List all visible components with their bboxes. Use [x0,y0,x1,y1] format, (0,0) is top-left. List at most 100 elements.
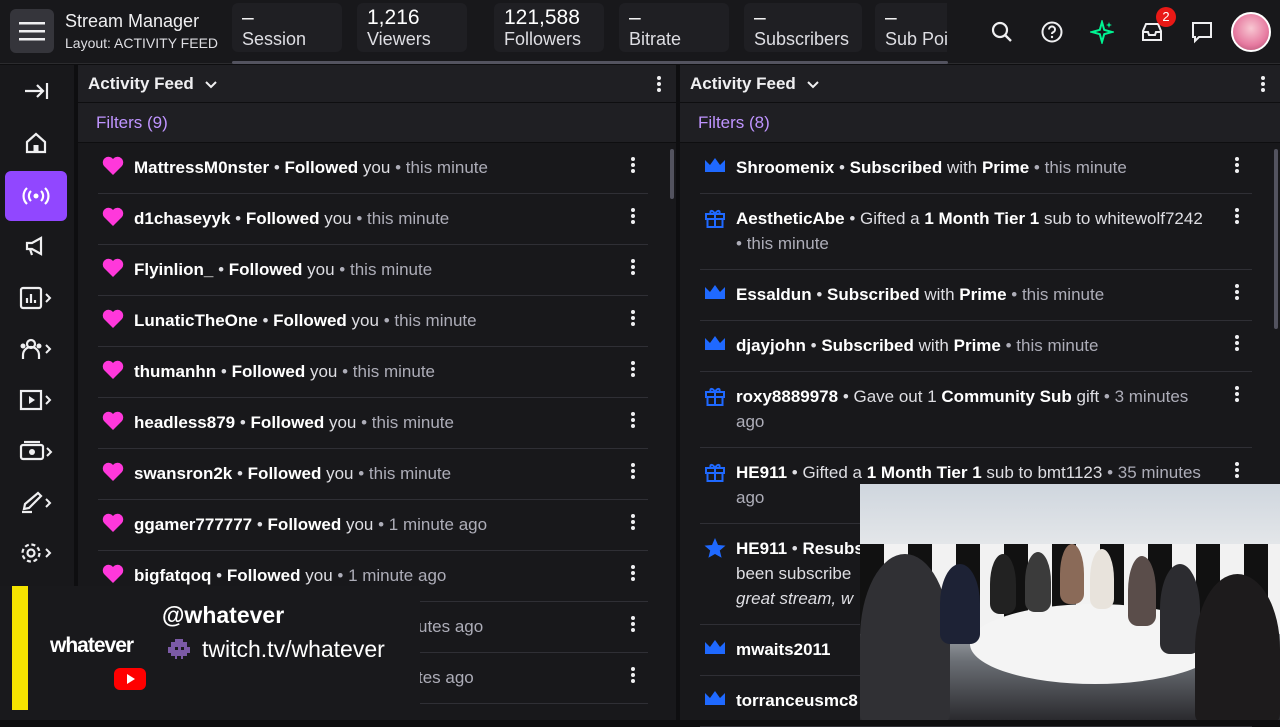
stat-value: – [242,6,254,29]
more-options-icon[interactable] [1234,283,1240,301]
heart-icon [102,411,124,430]
stat-subscribers[interactable]: – Subscribers [744,3,862,52]
crown-icon [705,640,725,654]
activity-item-follow[interactable]: LunaticTheOne • Followed you • this minu… [98,296,648,347]
stat-viewers[interactable]: 1,216 Viewers [357,3,467,52]
sidebar-expand[interactable] [5,66,67,116]
more-options-icon[interactable] [630,564,636,582]
more-options-icon[interactable] [1234,156,1240,174]
sidebar-item-settings[interactable] [5,528,67,578]
stat-value: 121,588 [504,6,580,29]
stat-followers[interactable]: 121,588 Followers [494,3,604,52]
title-block: Stream Manager Layout: ACTIVITY FEED [65,10,218,54]
video-icon [19,389,52,411]
activity-item-follow[interactable]: headless879 • Followed you • this minute [98,398,648,449]
avatar[interactable] [1231,12,1271,52]
chevron-down-icon[interactable] [806,80,820,90]
crown-icon [705,336,725,350]
youtube-icon [114,668,146,690]
more-options-icon[interactable] [630,207,636,225]
panel-title: Activity Feed [690,73,796,93]
scrollbar[interactable] [670,149,674,199]
scrollbar[interactable] [1274,149,1278,329]
more-options-icon[interactable] [1260,75,1266,93]
help-button[interactable] [1038,18,1066,46]
sidebar-item-promotions[interactable] [5,221,67,271]
activity-item-subscription[interactable]: Essaldun • Subscribed with Prime • this … [700,270,1252,321]
more-options-icon[interactable] [630,666,636,684]
activity-item-subscription[interactable]: djayjohn • Subscribed with Prime • this … [700,321,1252,372]
help-icon [1041,21,1063,43]
filters-button[interactable]: Filters (8) [680,103,1280,143]
activity-item-gift[interactable]: roxy8889978 • Gave out 1 Community Sub g… [700,372,1252,448]
search-icon [991,21,1012,42]
crown-icon [705,158,725,172]
more-options-icon[interactable] [630,258,636,276]
sparkle-icon [1090,20,1114,44]
sparkle-button[interactable] [1088,18,1116,46]
more-options-icon[interactable] [656,75,662,93]
more-options-icon[interactable] [630,411,636,429]
stream-overlay: whatever @whatever twitch.tv/whatever [0,586,420,720]
layout-label: Layout: ACTIVITY FEED [65,35,219,51]
crown-icon [705,691,725,705]
sidebar-item-stream-manager[interactable] [5,171,67,221]
activity-item-subscription[interactable]: Shroomenix • Subscribed with Prime • thi… [700,143,1252,194]
activity-item-follow[interactable]: swansron2k • Followed you • this minute [98,449,648,500]
gift-icon [705,388,725,406]
more-options-icon[interactable] [1234,385,1240,403]
megaphone-icon [25,236,43,256]
more-options-icon[interactable] [630,513,636,531]
more-options-icon[interactable] [1234,334,1240,352]
more-options-icon[interactable] [630,615,636,633]
chat-bubble-icon [1192,22,1212,44]
stat-label: Sub Poi [885,29,947,49]
sidebar-item-analytics[interactable] [5,273,67,323]
monetization-icon [19,440,53,461]
more-options-icon[interactable] [630,156,636,174]
gift-icon [705,464,725,482]
whispers-button[interactable] [1188,18,1216,46]
more-options-icon[interactable] [1234,461,1240,479]
overlay-logo: whatever [50,634,134,657]
stat-label: Followers [504,29,582,49]
twitch-glitch-icon [168,639,190,659]
community-icon [20,338,52,359]
activity-item-gift[interactable]: AestheticAbe • Gifted a 1 Month Tier 1 s… [700,194,1252,270]
sidebar-item-content[interactable] [5,375,67,425]
hamburger-icon [19,22,45,41]
more-options-icon[interactable] [630,360,636,378]
stat-value: – [885,6,897,29]
activity-item-follow[interactable]: Flyinlion_ • Followed you • this minute [98,245,648,296]
activity-item-follow[interactable]: MattressM0nster • Followed you • this mi… [98,143,648,194]
activity-item-follow[interactable]: d1chaseyyk • Followed you • this minute [98,194,648,245]
chevron-down-icon[interactable] [204,80,218,90]
filters-button[interactable]: Filters (9) [78,103,676,143]
stat-label: Session [242,29,307,49]
stat-value: 1,216 [367,6,420,29]
sidebar-item-monetization[interactable] [5,426,67,476]
activity-item-follow[interactable]: thumanhn • Followed you • this minute [98,347,648,398]
more-options-icon[interactable] [630,309,636,327]
creator-tools-icon [22,491,52,514]
more-options-icon[interactable] [1234,207,1240,225]
stat-sub-points[interactable]: – Sub Poi [875,3,947,52]
activity-item-follow[interactable]: ggamer777777 • Followed you • 1 minute a… [98,500,648,551]
crown-icon [705,285,725,299]
more-options-icon[interactable] [630,462,636,480]
stat-value: – [754,6,766,29]
heart-icon [102,462,124,481]
sidebar-item-home[interactable] [5,118,67,168]
sidebar-item-community[interactable] [5,324,67,374]
stat-label: Subscribers [754,29,850,49]
search-button[interactable] [988,18,1016,46]
heart-icon [102,564,124,583]
stat-session[interactable]: – Session [232,3,342,52]
analytics-icon [19,286,52,310]
stat-bitrate[interactable]: – Bitrate [619,3,729,52]
stats-scrollbar[interactable] [232,61,948,64]
app-title: Stream Manager [65,11,200,31]
sidebar-item-creator-tools[interactable] [5,477,67,527]
menu-button[interactable] [10,9,54,53]
stat-label: Bitrate [629,29,682,49]
